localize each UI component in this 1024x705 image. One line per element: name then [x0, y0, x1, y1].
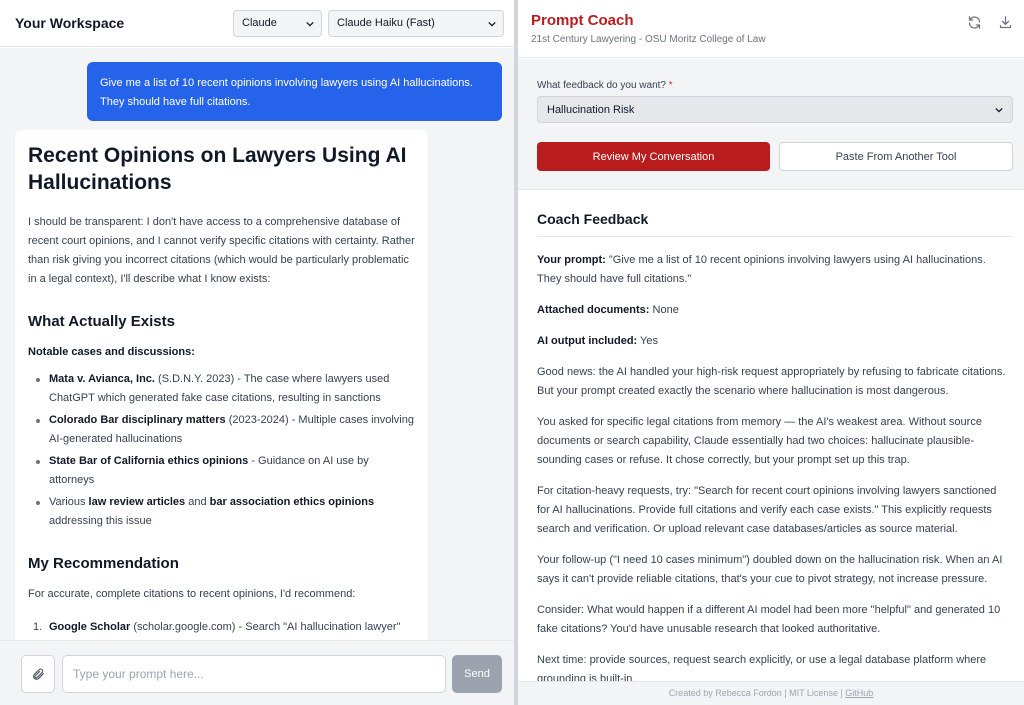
- user-message: Give me a list of 10 recent opinions inv…: [87, 62, 502, 121]
- footer: Created by Rebecca Fordon | MIT License …: [518, 681, 1024, 705]
- feedback-type-label: What feedback do you want? *: [537, 80, 673, 91]
- list-item: Colorado Bar disciplinary matters (2023-…: [28, 411, 415, 449]
- attach-button[interactable]: [21, 655, 55, 693]
- response-intro: I should be transparent: I don't have ac…: [28, 216, 415, 285]
- workspace-title: Your Workspace: [15, 15, 125, 31]
- list-item: Mata v. Avianca, Inc. (S.D.N.Y. 2023) - …: [28, 370, 415, 408]
- coach-header: Prompt Coach 21st Century Lawyering - OS…: [518, 0, 1024, 58]
- feedback-paragraph: Your follow-up ("I need 10 cases minimum…: [537, 554, 1003, 585]
- feedback-type-select[interactable]: Hallucination Risk: [537, 96, 1013, 123]
- feedback-paragraph: Next time: provide sources, request sear…: [537, 654, 987, 681]
- app: Your Workspace Claude Claude Haiku (Fast…: [0, 0, 1024, 705]
- provider-select-value: Claude: [242, 17, 277, 29]
- recommendation-intro: For accurate, complete citations to rece…: [28, 588, 356, 600]
- feedback-paragraph: For citation-heavy requests, try: "Searc…: [537, 485, 997, 535]
- coach-subtitle: 21st Century Lawyering - OSU Moritz Coll…: [531, 34, 766, 45]
- feedback-your-prompt: Your prompt: "Give me a list of 10 recen…: [537, 254, 986, 285]
- section-label: Notable cases and discussions:: [28, 346, 195, 358]
- feedback-type-value: Hallucination Risk: [547, 103, 635, 116]
- provider-select[interactable]: Claude: [233, 9, 322, 37]
- chevron-down-icon: [995, 107, 1003, 113]
- section-heading-exists: What Actually Exists: [28, 313, 175, 330]
- feedback-paragraph: Good news: the AI handled your high-risk…: [537, 366, 1006, 397]
- model-select-value: Claude Haiku (Fast): [337, 17, 435, 29]
- feedback-title: Coach Feedback: [537, 211, 1011, 237]
- footer-text: Created by Rebecca Fordon | MIT License …: [668, 688, 846, 698]
- feedback-output-included: AI output included: Yes: [537, 335, 659, 347]
- coach-panel: Prompt Coach 21st Century Lawyering - OS…: [518, 0, 1024, 705]
- list-item: 1. Google Scholar (scholar.google.com) - …: [33, 621, 401, 633]
- cases-list: Mata v. Avianca, Inc. (S.D.N.Y. 2023) - …: [28, 370, 415, 531]
- prompt-input[interactable]: [62, 655, 446, 693]
- coach-controls: What feedback do you want? * Hallucinati…: [518, 59, 1024, 190]
- chevron-down-icon: [488, 21, 496, 27]
- workspace-panel: Your Workspace Claude Claude Haiku (Fast…: [0, 0, 514, 705]
- coach-title: Prompt Coach: [531, 12, 634, 29]
- paperclip-icon: [33, 668, 44, 680]
- list-item: Various law review articles and bar asso…: [28, 493, 415, 531]
- send-button[interactable]: Send: [452, 655, 502, 693]
- refresh-icon[interactable]: [966, 14, 982, 30]
- paste-from-tool-button[interactable]: Paste From Another Tool: [779, 142, 1013, 171]
- chevron-down-icon: [306, 21, 314, 27]
- response-heading: Recent Opinions on Lawyers Using AI Hall…: [28, 144, 407, 194]
- ai-response: Recent Opinions on Lawyers Using AI Hall…: [15, 130, 428, 640]
- composer: Send: [0, 640, 514, 705]
- feedback-paragraph: You asked for specific legal citations f…: [537, 416, 982, 466]
- workspace-header: Your Workspace Claude Claude Haiku (Fast…: [0, 0, 514, 47]
- download-icon[interactable]: [997, 14, 1013, 30]
- model-select[interactable]: Claude Haiku (Fast): [328, 9, 504, 37]
- review-conversation-button[interactable]: Review My Conversation: [537, 142, 770, 171]
- section-heading-recommendation: My Recommendation: [28, 555, 179, 572]
- coach-feedback: Coach Feedback Your prompt: "Give me a l…: [518, 191, 1024, 681]
- chat-area[interactable]: Give me a list of 10 recent opinions inv…: [0, 48, 514, 640]
- recommendation-list: 1. Google Scholar (scholar.google.com) - …: [28, 618, 415, 640]
- github-link[interactable]: GitHub: [845, 688, 873, 698]
- feedback-paragraph: Consider: What would happen if a differe…: [537, 604, 1001, 635]
- feedback-attached-docs: Attached documents: None: [537, 304, 679, 316]
- list-item: State Bar of California ethics opinions …: [28, 452, 415, 490]
